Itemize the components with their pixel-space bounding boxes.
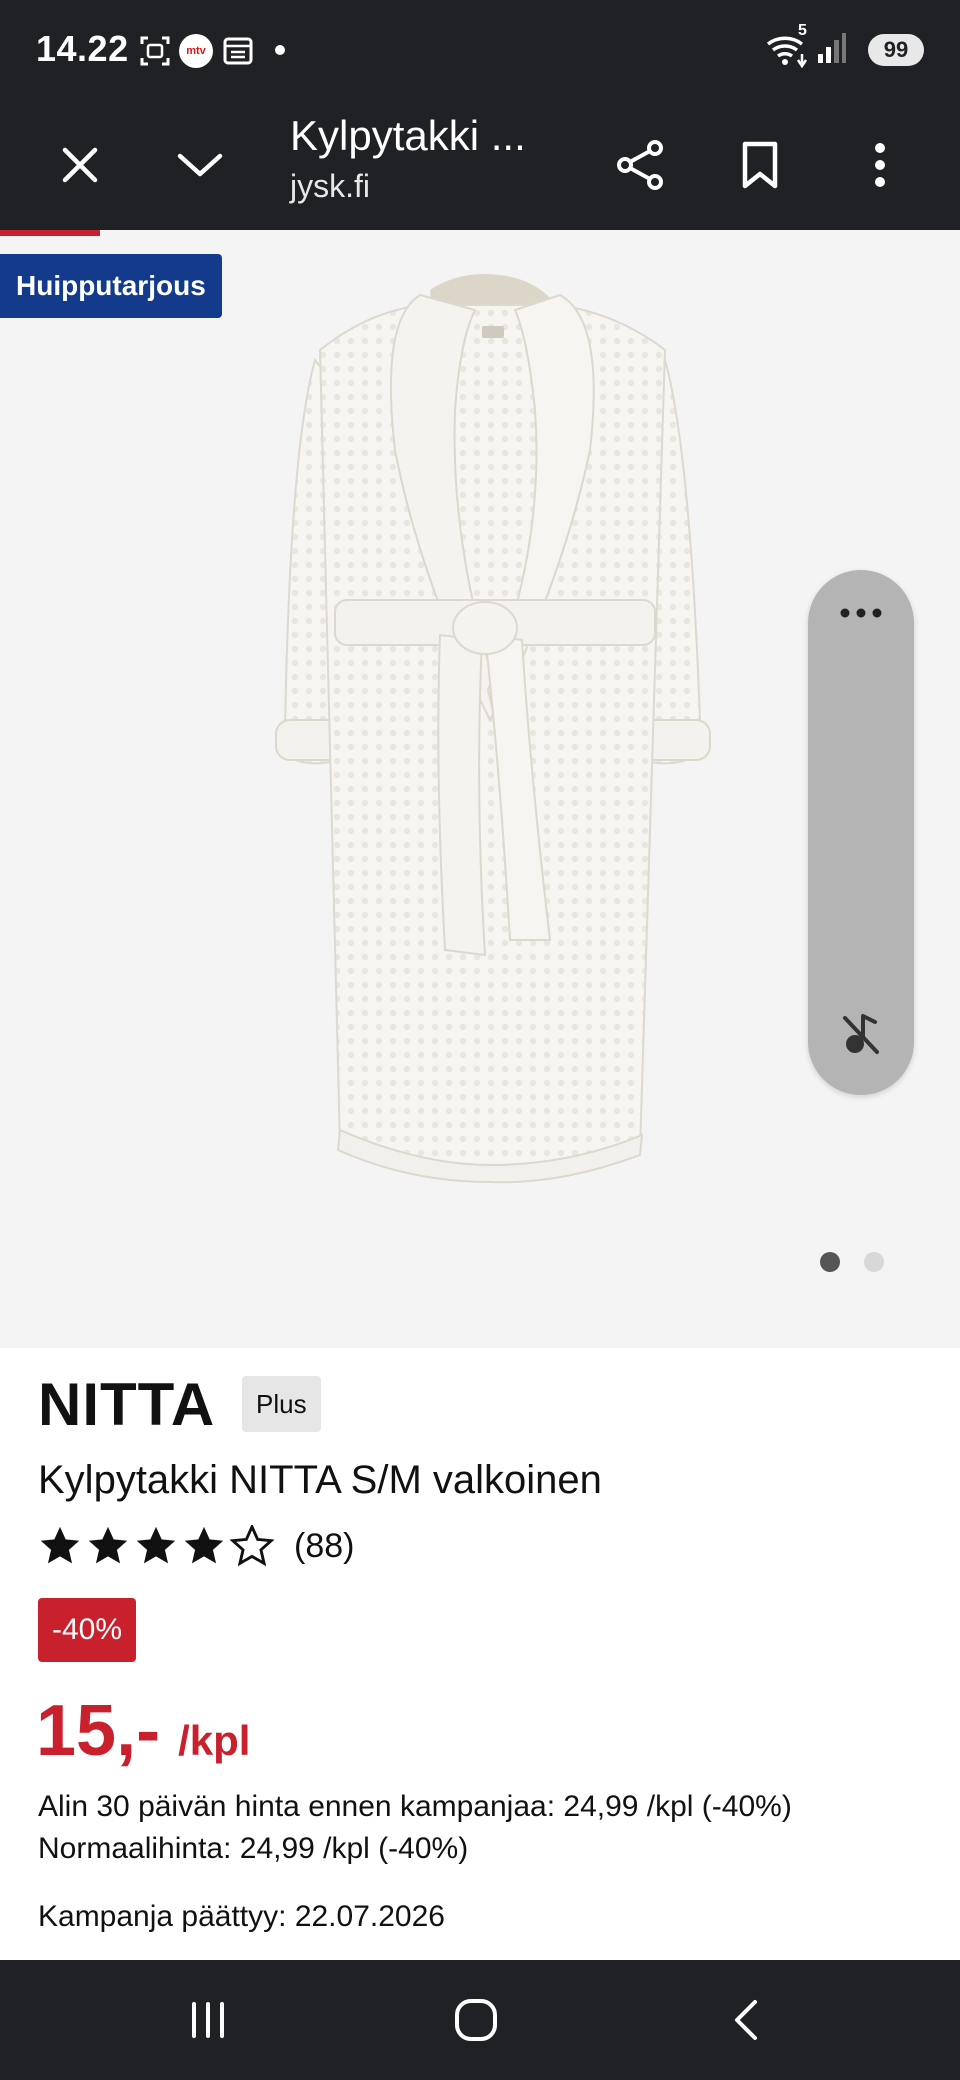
bookmark-button[interactable] <box>720 125 800 205</box>
recents-icon <box>192 2002 224 2038</box>
campaign-end-date: Kampanja päättyy: 22.07.2026 <box>38 1900 445 1933</box>
gallery-dot-active[interactable] <box>820 1252 840 1272</box>
status-time: 14.22 <box>36 28 129 69</box>
wifi-band-label: 5 <box>798 22 807 39</box>
promo-badge: Huipputarjous <box>0 254 222 318</box>
share-icon <box>617 140 663 190</box>
gallery-dot[interactable] <box>864 1252 884 1272</box>
mtv-app-icon: mtv <box>179 34 213 68</box>
share-button[interactable] <box>600 125 680 205</box>
back-icon <box>735 2000 757 2040</box>
star-empty-icon <box>230 1525 274 1567</box>
more-options-button[interactable] <box>840 125 920 205</box>
review-count[interactable]: (88) <box>294 1527 354 1566</box>
price-unit: /kpl <box>178 1717 251 1764</box>
calendar-icon <box>222 34 254 71</box>
lowest-30-day-price: Alin 30 päivän hinta ennen kampanjaa: 24… <box>38 1790 792 1823</box>
recents-button[interactable] <box>158 1990 258 2050</box>
star-filled-icon <box>40 1526 80 1564</box>
battery-indicator: 99 <box>868 34 924 66</box>
minimize-button[interactable] <box>160 125 240 205</box>
gallery-pagination <box>820 1252 884 1272</box>
price: 15,- /kpl <box>36 1690 250 1772</box>
system-navigation-bar <box>0 1960 960 2080</box>
chevron-down-icon <box>177 153 223 177</box>
product-brand: NITTA <box>38 1371 216 1438</box>
discount-badge: -40% <box>38 1598 137 1662</box>
signal-icon <box>816 32 846 69</box>
home-icon <box>455 1999 497 2041</box>
page-title: Kylpytakki ... <box>290 112 526 159</box>
more-vert-icon <box>875 143 885 187</box>
price-value: 15,- <box>36 1691 161 1771</box>
product-image-gallery[interactable]: Huipputarjous <box>0 230 960 1348</box>
star-filled-icon <box>88 1526 128 1564</box>
music-off-icon <box>843 1014 879 1054</box>
tier-badge: Plus <box>242 1376 321 1432</box>
product-name: Kylpytakki NITTA S/M valkoinen <box>38 1458 602 1502</box>
bathrobe-image <box>275 274 711 1184</box>
sound-toggle-button[interactable] <box>841 1012 881 1061</box>
star-filled-icon <box>184 1526 224 1564</box>
bookmark-icon <box>742 141 778 189</box>
panel-more-button[interactable] <box>808 606 914 624</box>
screenshot-icon <box>138 34 172 73</box>
status-bar: 14.22 mtv 5 99 <box>0 0 960 100</box>
sale-ribbon <box>0 230 100 236</box>
page-url: jysk.fi <box>290 168 370 204</box>
star-filled-icon <box>136 1526 176 1564</box>
product-rating[interactable]: (88) <box>38 1525 354 1567</box>
normal-price: Normaalihinta: 24,99 /kpl (-40%) <box>38 1832 469 1865</box>
floating-side-panel[interactable] <box>808 570 914 1095</box>
browser-toolbar: Kylpytakki ... jysk.fi <box>0 100 960 230</box>
notification-dot <box>275 45 285 55</box>
home-button[interactable] <box>426 1990 526 2050</box>
close-button[interactable] <box>40 125 120 205</box>
back-button[interactable] <box>696 1990 796 2050</box>
close-icon <box>62 147 98 183</box>
more-horiz-icon <box>840 608 882 618</box>
